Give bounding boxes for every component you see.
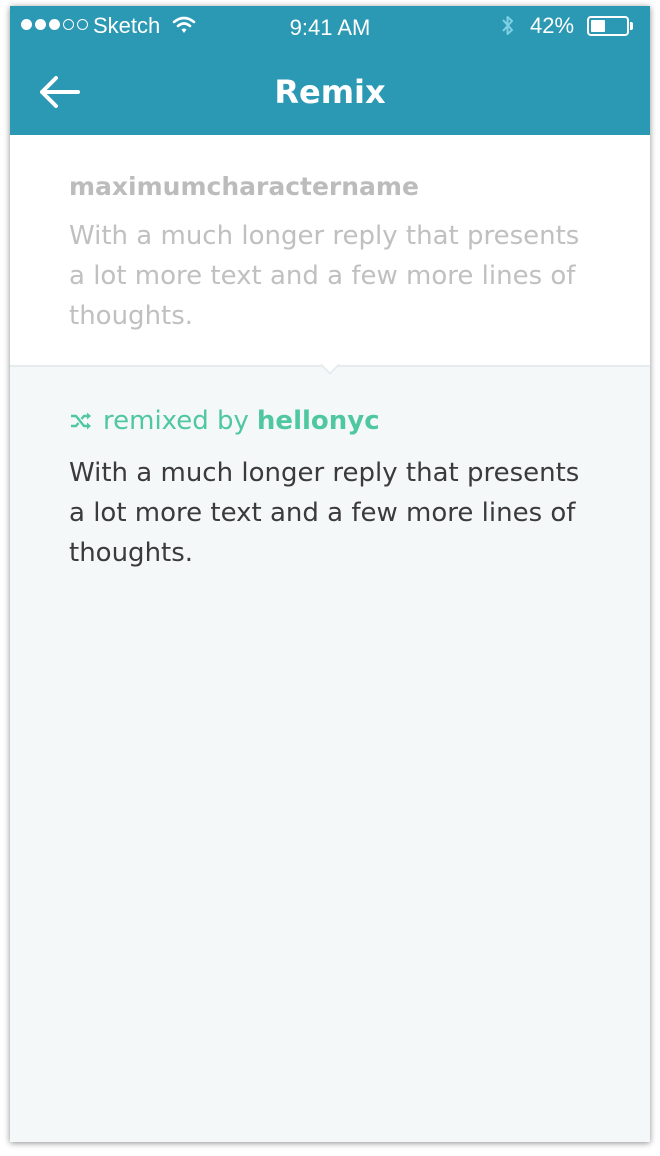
remix-username[interactable]: hellonyc (257, 406, 380, 436)
bluetooth-icon (502, 16, 513, 35)
original-post: maximumcharactername With a much longer … (10, 135, 650, 367)
original-text: With a much longer reply that presents a… (69, 221, 580, 331)
remix-attribution: remixed by hellonyc (69, 406, 380, 436)
remix-text: With a much longer reply that presents a… (69, 458, 580, 568)
page-title: Remix (274, 73, 386, 111)
battery-fill (591, 20, 605, 32)
battery-icon (587, 16, 629, 36)
phone-screen: Sketch 9:41 AM 42% Remix maximumcharacte (10, 6, 650, 1142)
battery-percent: 42% (530, 13, 575, 38)
status-bar: Sketch 9:41 AM 42% (10, 6, 650, 46)
shuffle-icon (71, 412, 91, 430)
original-username[interactable]: maximumcharactername (69, 172, 419, 201)
remix-label: remixed by (103, 406, 249, 436)
nav-header: Sketch 9:41 AM 42% Remix (10, 6, 650, 135)
battery-tip (630, 22, 633, 30)
